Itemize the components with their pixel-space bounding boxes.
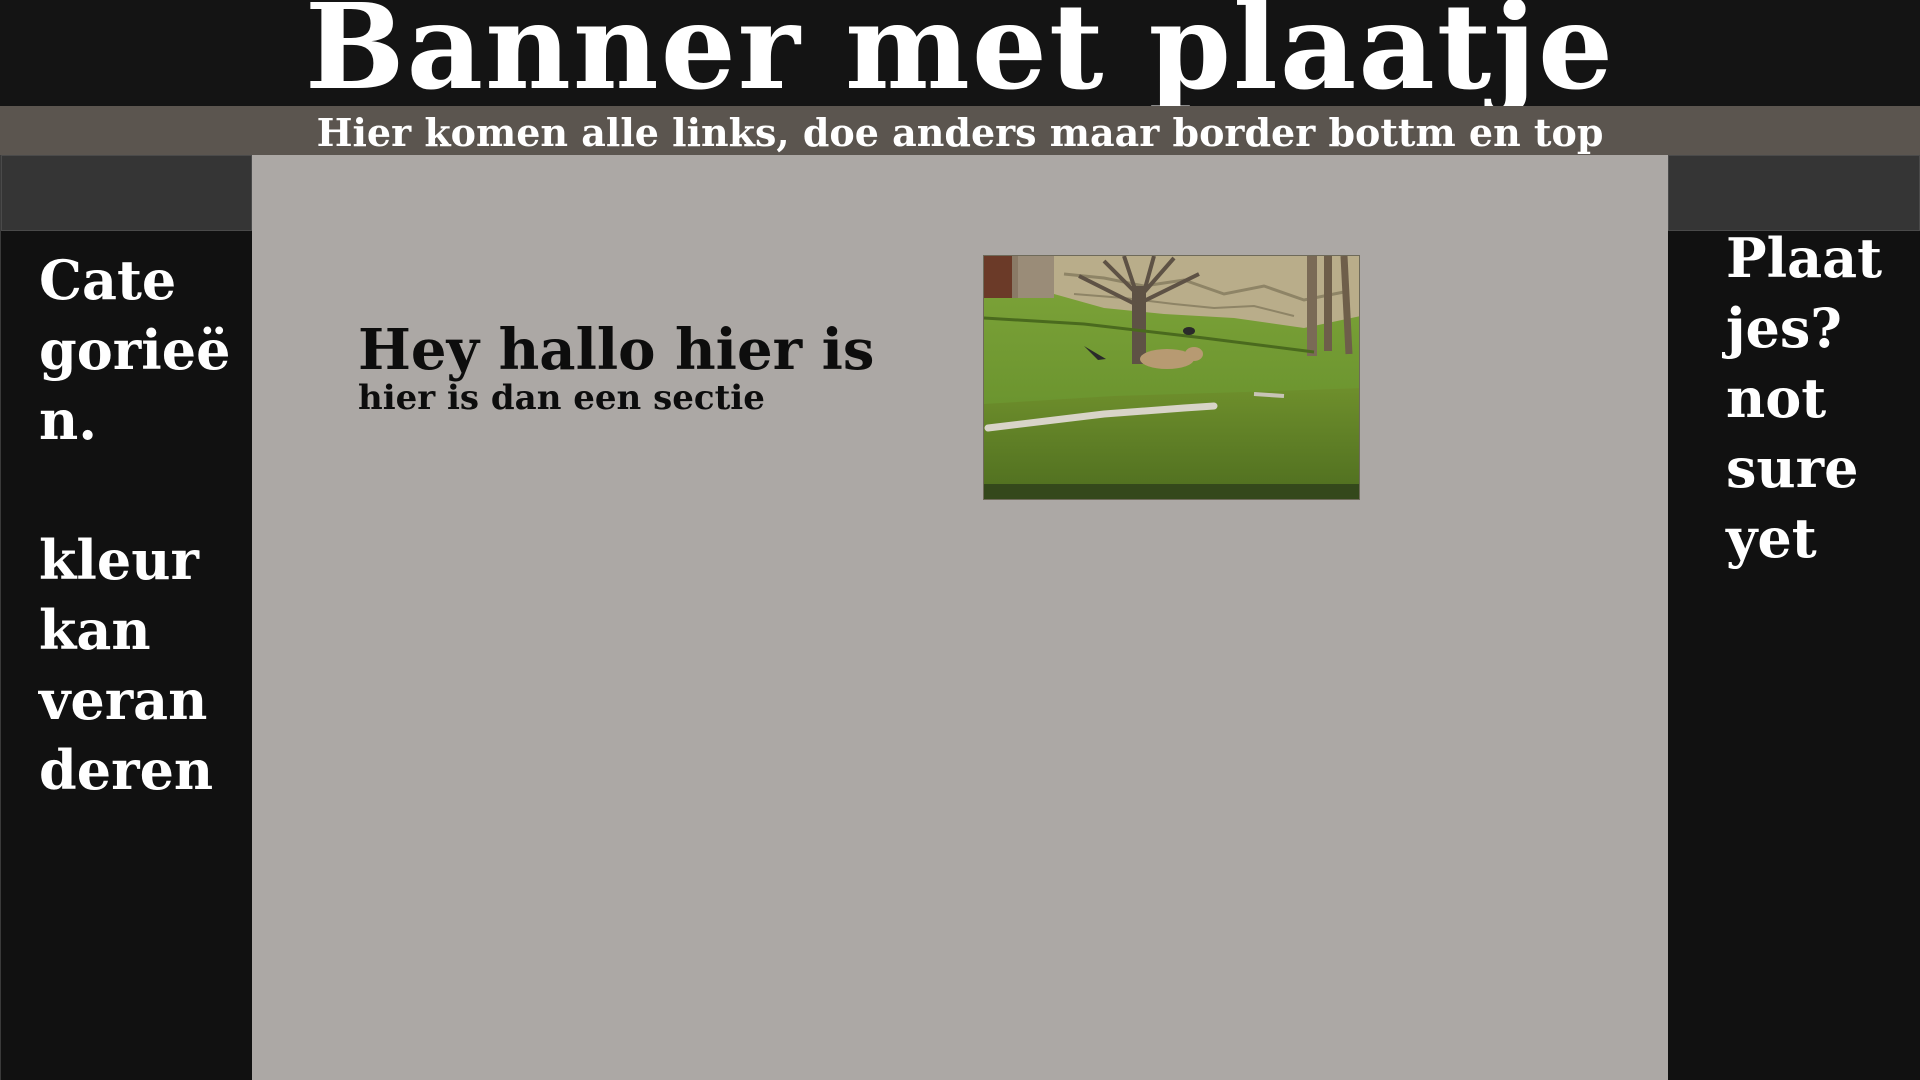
banner-title: Banner met plaatje bbox=[304, 0, 1616, 106]
banner: Banner met plaatje bbox=[0, 0, 1920, 106]
right-sidebar-line: yet bbox=[1726, 506, 1817, 570]
left-sidebar-text: Cate gorieë n. kleur kan veran deren bbox=[1, 245, 252, 805]
nav-links-text: Hier komen alle links, doe anders maar b… bbox=[316, 110, 1604, 155]
category-line: Cate bbox=[39, 248, 177, 312]
main-content: Hey hallo hier is hier is dan een sectie bbox=[252, 155, 1668, 1080]
color-note-line: kan bbox=[39, 598, 151, 662]
category-line: n. bbox=[39, 388, 98, 452]
right-sidebar-line: sure bbox=[1726, 436, 1859, 500]
main-heading: Hey hallo hier is bbox=[358, 317, 875, 383]
right-sidebar-line: jes? bbox=[1726, 296, 1842, 360]
nav-bar: Hier komen alle links, doe anders maar b… bbox=[0, 106, 1920, 155]
zoo-photo-image bbox=[984, 256, 1359, 499]
left-sidebar-header bbox=[1, 155, 252, 231]
main-subheading: hier is dan een sectie bbox=[358, 378, 765, 418]
left-sidebar: Cate gorieë n. kleur kan veran deren bbox=[0, 155, 252, 1080]
color-note-line: kleur bbox=[39, 528, 199, 592]
category-line: gorieë bbox=[39, 318, 231, 382]
right-sidebar: Plaat jes? not sure yet bbox=[1668, 155, 1920, 1080]
zoo-photo bbox=[983, 255, 1360, 500]
right-sidebar-header bbox=[1668, 155, 1920, 231]
right-sidebar-line: Plaat bbox=[1726, 226, 1883, 290]
right-sidebar-text: Plaat jes? not sure yet bbox=[1668, 223, 1920, 573]
right-sidebar-line: not bbox=[1726, 366, 1827, 430]
color-note-line: deren bbox=[39, 738, 214, 802]
color-note-line: veran bbox=[39, 668, 208, 732]
